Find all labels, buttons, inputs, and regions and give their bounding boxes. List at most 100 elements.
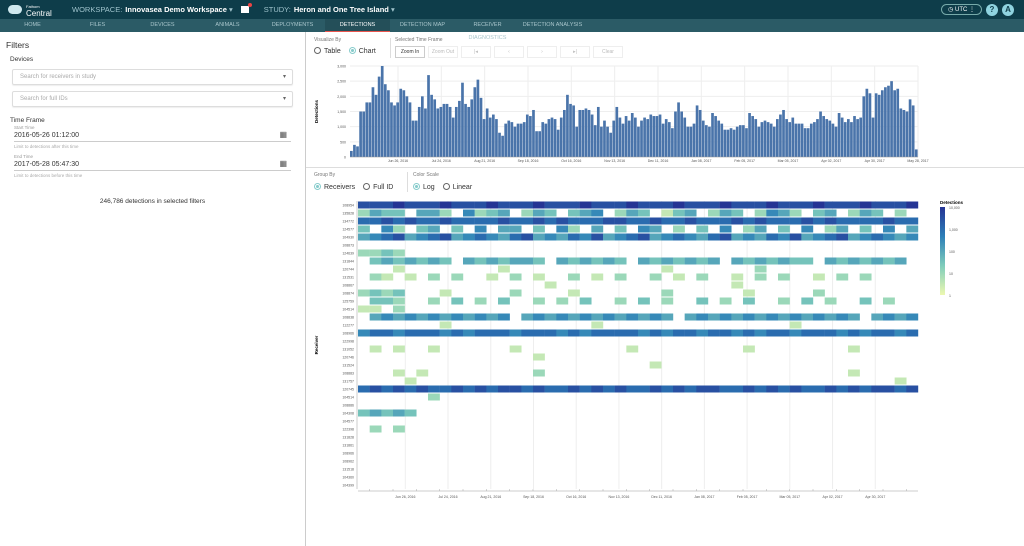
- timeframe-button-5[interactable]: ▸|: [560, 46, 590, 58]
- bar: [880, 90, 884, 157]
- bar: [356, 146, 359, 157]
- nav-tab-files[interactable]: FILES: [65, 19, 130, 32]
- heatmap-cell: [439, 289, 452, 297]
- nav-tab-detection-analysis[interactable]: DETECTION ANALYSIS: [520, 19, 585, 32]
- radio-linear[interactable]: Linear: [442, 183, 472, 191]
- nav-tab-detection-map[interactable]: DETECTION MAP: [390, 19, 455, 32]
- heatmap-cell: [848, 313, 860, 321]
- groupby-label: Group By: [314, 172, 336, 178]
- heatmap-cell: [568, 385, 580, 393]
- receivers-search[interactable]: Search for receivers in study: [12, 69, 293, 85]
- nav-tab-receiver-diagnostics[interactable]: RECEIVER DIAGNOSTICS: [455, 19, 520, 41]
- calendar-icon[interactable]: ▦: [279, 159, 287, 168]
- end-time-field[interactable]: 2017-05-28 05:47:30 ▦: [14, 159, 291, 171]
- heatmap-cell: [684, 201, 697, 209]
- bar: [779, 114, 782, 157]
- heatmap-cell: [696, 329, 709, 337]
- heatmap-cell: [649, 257, 662, 265]
- heatmap-cell: [719, 209, 732, 217]
- heatmap-cell: [859, 217, 872, 225]
- timeframe-button-6[interactable]: Clear: [593, 46, 623, 58]
- heatmap-cell: [416, 233, 429, 241]
- heatmap-cell: [591, 233, 604, 241]
- heatmap-cell: [358, 289, 370, 297]
- heatmap-cell: [708, 209, 720, 217]
- full-ids-search[interactable]: Search for full IDs: [12, 91, 293, 107]
- radio-chart[interactable]: Chart: [348, 47, 376, 55]
- radio-table[interactable]: Table: [314, 47, 341, 55]
- calendar-icon[interactable]: ▦: [279, 130, 287, 139]
- radio-receivers[interactable]: Receivers: [314, 183, 355, 191]
- receiver-label: 104399: [342, 483, 354, 487]
- heatmap-cell: [381, 209, 394, 217]
- heatmap-cell: [871, 233, 884, 241]
- radio-circle[interactable]: [363, 183, 371, 190]
- divider: [390, 38, 391, 58]
- timeframe-button-4[interactable]: ›: [527, 46, 557, 58]
- x-tick-label: May 28, 2017: [907, 159, 928, 163]
- heatmap-cell: [754, 217, 767, 225]
- heatmap-cell: [428, 297, 440, 305]
- heatmap-cell: [358, 249, 370, 257]
- bar: [674, 111, 677, 157]
- bar: [417, 106, 421, 157]
- bar: [655, 116, 659, 157]
- nav-tab-home[interactable]: HOME: [0, 19, 65, 32]
- nav-tab-deployments[interactable]: DEPLOYMENTS: [260, 19, 325, 32]
- heatmap-cell: [463, 217, 475, 225]
- heatmap-cell: [463, 313, 475, 321]
- heatmap-cell: [579, 313, 592, 321]
- help-icon[interactable]: ?: [986, 3, 998, 16]
- fathom-logo[interactable]: Fathom Central: [8, 3, 66, 17]
- heatmap-cell: [626, 233, 639, 241]
- heatmap-cell: [416, 225, 429, 233]
- heatmap-cell: [894, 257, 907, 265]
- workspace-selector[interactable]: WORKSPACE: Innovasea Demo Workspace ▾: [72, 5, 233, 14]
- bar: [856, 119, 859, 157]
- heatmap-cell: [824, 385, 837, 393]
- nav-tab-animals[interactable]: ANIMALS: [195, 19, 260, 32]
- start-time-field[interactable]: 2016-05-26 01:12:00 ▦: [14, 130, 291, 142]
- study-selector[interactable]: STUDY: Heron and One Tree Island ▾: [264, 5, 395, 14]
- x-tick-label: Feb 05, 2017: [737, 495, 758, 499]
- timezone-button[interactable]: ◷ UTC ⋮: [941, 4, 982, 15]
- radio-circle[interactable]: [413, 183, 420, 190]
- x-tick-label: Aug 21, 2016: [474, 159, 495, 163]
- heatmap-cell: [428, 257, 440, 265]
- timeframe-button-2[interactable]: |◂: [461, 46, 491, 58]
- heatmap-cell: [439, 329, 452, 337]
- heatmap-cell: [369, 305, 382, 313]
- receiver-label: 131757: [342, 379, 354, 383]
- radio-circle[interactable]: [314, 183, 321, 190]
- radio-log[interactable]: Log: [413, 183, 435, 191]
- radio-circle[interactable]: [348, 47, 356, 54]
- radio-circle[interactable]: [314, 47, 321, 54]
- receiver-label: 104577: [342, 419, 354, 423]
- nav-tab-devices[interactable]: DEVICES: [130, 19, 195, 32]
- receiver-label: 122398: [342, 427, 354, 431]
- timeframe-button-1[interactable]: Zoom Out: [428, 46, 458, 58]
- heatmap-cell: [591, 225, 604, 233]
- heatmap-cell: [649, 225, 662, 233]
- heatmap-cell: [789, 233, 802, 241]
- heatmap-cell: [754, 273, 767, 281]
- bar: [627, 120, 631, 157]
- timeframe-button-3[interactable]: ‹: [494, 46, 524, 58]
- heatmap-cell: [474, 201, 487, 209]
- heatmap-cell: [358, 409, 370, 417]
- nav-tab-detections[interactable]: DETECTIONS: [325, 19, 390, 32]
- heatmap-cell: [743, 233, 755, 241]
- heatmap-cell: [509, 225, 522, 233]
- bar: [677, 102, 680, 157]
- heatmap-cell: [509, 329, 522, 337]
- project-icon[interactable]: [240, 3, 252, 13]
- avatar[interactable]: A: [1002, 3, 1014, 16]
- heatmap-cell: [544, 217, 557, 225]
- radio-circle[interactable]: [442, 183, 450, 190]
- radio-full-id[interactable]: Full ID: [363, 183, 393, 191]
- heatmap-cell: [649, 273, 662, 281]
- heatmap-cell: [801, 297, 814, 305]
- bar: [634, 117, 637, 157]
- heatmap-cell: [521, 329, 534, 337]
- timeframe-button-0[interactable]: Zoom In: [395, 46, 425, 58]
